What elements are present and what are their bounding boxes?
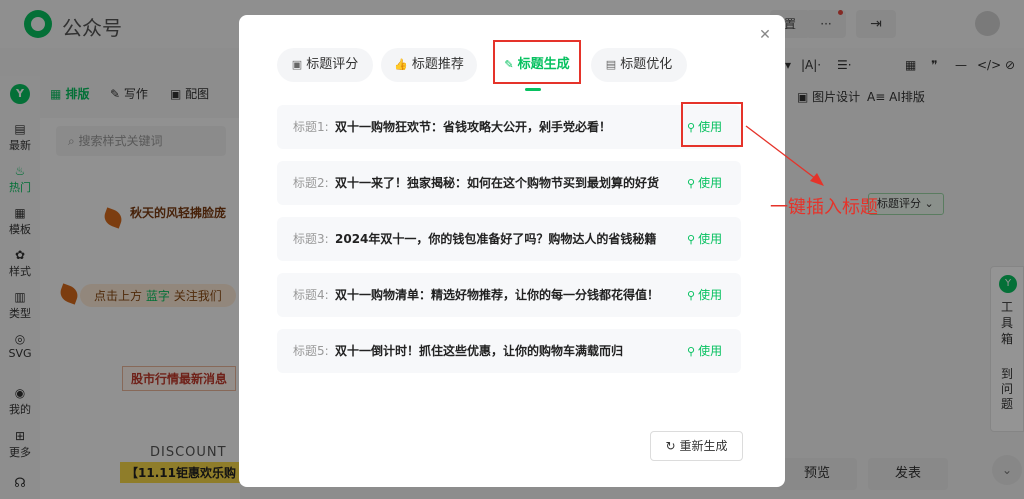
pin-icon: ⚲	[687, 177, 696, 190]
title-text: 双十一购物狂欢节：省钱攻略大公开，剁手党必看！	[335, 120, 612, 134]
thumb-icon: 👍	[394, 58, 408, 71]
title-number: 标题2:	[293, 176, 329, 190]
title-row[interactable]: 标题1: 双十一购物狂欢节：省钱攻略大公开，剁手党必看！ ⚲ 使用	[277, 105, 741, 149]
title-row[interactable]: 标题5: 双十一倒计时！抓住这些优惠，让你的购物车满载而归 ⚲ 使用	[277, 329, 741, 373]
title-assistant-modal: ✕ ▣ 标题评分 👍 标题推荐 ✎ 标题生成 ▤ 标题优化 标题1: 双十一购物狂欢节：…	[239, 15, 785, 487]
use-button[interactable]: ⚲ 使用	[687, 217, 722, 262]
annotation-highlight-use	[681, 102, 743, 147]
title-text: 双十一购物清单：精选好物推荐，让你的每一分钱都花得值！	[335, 288, 660, 302]
use-button[interactable]: ⚲ 使用	[687, 273, 722, 318]
use-button[interactable]: ⚲ 使用	[687, 329, 722, 374]
title-text: 双十一来了！独家揭秘：如何在这个购物节买到最划算的好货	[335, 176, 660, 190]
tab-title-optimize[interactable]: ▤ 标题优化	[591, 48, 687, 82]
title-text: 双十一倒计时！抓住这些优惠，让你的购物车满载而归	[335, 344, 624, 358]
title-number: 标题3:	[293, 232, 329, 246]
title-number: 标题5:	[293, 344, 329, 358]
pin-icon: ⚲	[687, 233, 696, 246]
annotation-arrow	[745, 125, 824, 186]
optimize-icon: ▤	[605, 58, 617, 71]
pin-icon: ⚲	[687, 289, 696, 302]
title-number: 标题4:	[293, 288, 329, 302]
refresh-icon: ↻	[665, 439, 676, 453]
title-row[interactable]: 标题4: 双十一购物清单：精选好物推荐，让你的每一分钱都花得值！ ⚲ 使用	[277, 273, 741, 317]
regenerate-button[interactable]: ↻ 重新生成	[650, 431, 743, 461]
annotation-highlight-tab	[493, 40, 581, 84]
use-button[interactable]: ⚲ 使用	[687, 161, 722, 206]
title-number: 标题1:	[293, 120, 329, 134]
pin-icon: ⚲	[687, 345, 696, 358]
title-row[interactable]: 标题3: 2024年双十一，你的钱包准备好了吗？购物达人的省钱秘籍 ⚲ 使用	[277, 217, 741, 261]
score-icon: ▣	[291, 58, 303, 71]
title-text: 2024年双十一，你的钱包准备好了吗？购物达人的省钱秘籍	[335, 232, 657, 246]
tab-title-recommend[interactable]: 👍 标题推荐	[381, 48, 477, 82]
tab-title-score[interactable]: ▣ 标题评分	[277, 48, 373, 82]
annotation-label: 一键插入标题	[770, 197, 878, 218]
close-icon[interactable]: ✕	[757, 27, 773, 43]
title-row[interactable]: 标题2: 双十一来了！独家揭秘：如何在这个购物节买到最划算的好货 ⚲ 使用	[277, 161, 741, 205]
active-tab-indicator	[525, 88, 541, 91]
